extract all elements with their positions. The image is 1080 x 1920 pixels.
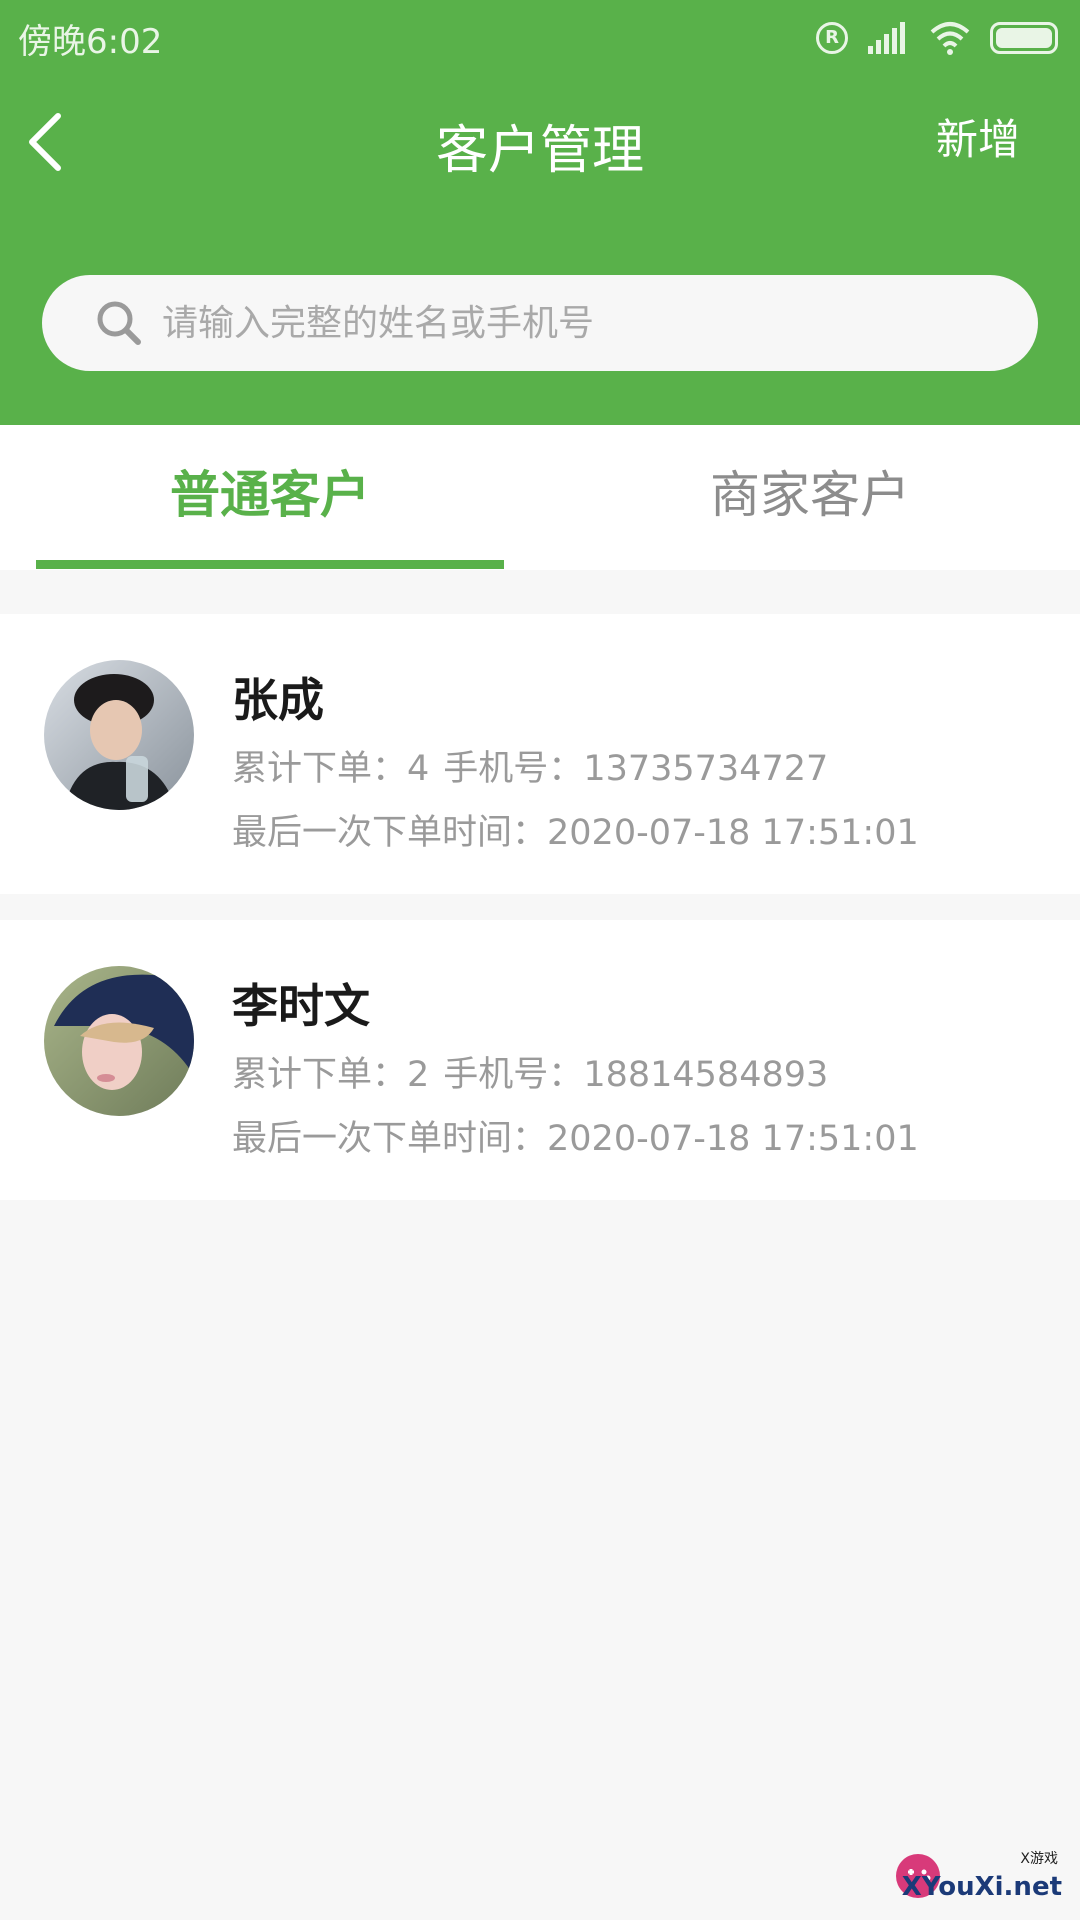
phone-number: 13735734727 [583, 749, 829, 789]
phone-label: 手机号： [443, 1055, 584, 1095]
customer-last-order: 最后一次下单时间：2020-07-18 17:51:01 [232, 1110, 919, 1161]
last-order-label: 最后一次下单时间： [232, 813, 548, 853]
avatar [44, 966, 194, 1116]
wifi-icon [930, 22, 970, 55]
customer-name: 张成 [232, 673, 324, 727]
customer-type-tabs: 普通客户 商家客户 [0, 425, 1080, 570]
customer-list-item[interactable]: 张成 累计下单：4 手机号：13735734727 最后一次下单时间：2020-0… [0, 614, 1080, 894]
customer-management-screen: 傍晚6:02 R 客户管理 新增 请输入完整的姓名或手机号 普通客户 商家客户 … [0, 0, 1080, 1920]
signal-icon [868, 22, 905, 54]
tab-merchant-customers[interactable]: 商家客户 [540, 425, 1080, 570]
watermark: X游戏 XYouXi.net [890, 1838, 1070, 1908]
last-order-time: 2020-07-18 17:51:01 [547, 1119, 919, 1159]
search-icon [97, 301, 141, 345]
watermark-text: XYouXi.net [901, 1872, 1062, 1902]
active-tab-indicator [36, 560, 504, 569]
customer-order-phone: 累计下单：2 手机号：18814584893 [232, 1046, 828, 1097]
customer-last-order: 最后一次下单时间：2020-07-18 17:51:01 [232, 804, 919, 855]
phone-label: 手机号： [443, 749, 584, 789]
status-bar: 傍晚6:02 R [0, 0, 1080, 72]
status-icons: R [816, 18, 1058, 58]
watermark-small-text: X游戏 [1020, 1851, 1058, 1867]
last-order-label: 最后一次下单时间： [232, 1119, 548, 1159]
last-order-time: 2020-07-18 17:51:01 [547, 813, 919, 853]
avatar [44, 660, 194, 810]
header: 傍晚6:02 R 客户管理 新增 请输入完整的姓名或手机号 [0, 0, 1080, 425]
order-count: 4 [407, 749, 430, 789]
customer-name: 李时文 [232, 979, 370, 1033]
registered-icon: R [816, 22, 848, 54]
battery-icon [990, 22, 1058, 54]
search-input[interactable] [162, 275, 982, 371]
status-time: 傍晚6:02 [18, 22, 163, 62]
customer-list-item[interactable]: 李时文 累计下单：2 手机号：18814584893 最后一次下单时间：2020-… [0, 920, 1080, 1200]
tab-regular-customers[interactable]: 普通客户 [0, 425, 540, 570]
customer-order-phone: 累计下单：4 手机号：13735734727 [232, 740, 828, 791]
add-button[interactable]: 新增 [936, 106, 1020, 167]
nav-bar: 客户管理 新增 [0, 72, 1080, 212]
search-box[interactable] [42, 275, 1038, 371]
order-count-label: 累计下单： [232, 1055, 408, 1095]
order-count: 2 [407, 1055, 430, 1095]
page-title: 客户管理 [435, 121, 644, 181]
order-count-label: 累计下单： [232, 749, 408, 789]
phone-number: 18814584893 [583, 1055, 829, 1095]
